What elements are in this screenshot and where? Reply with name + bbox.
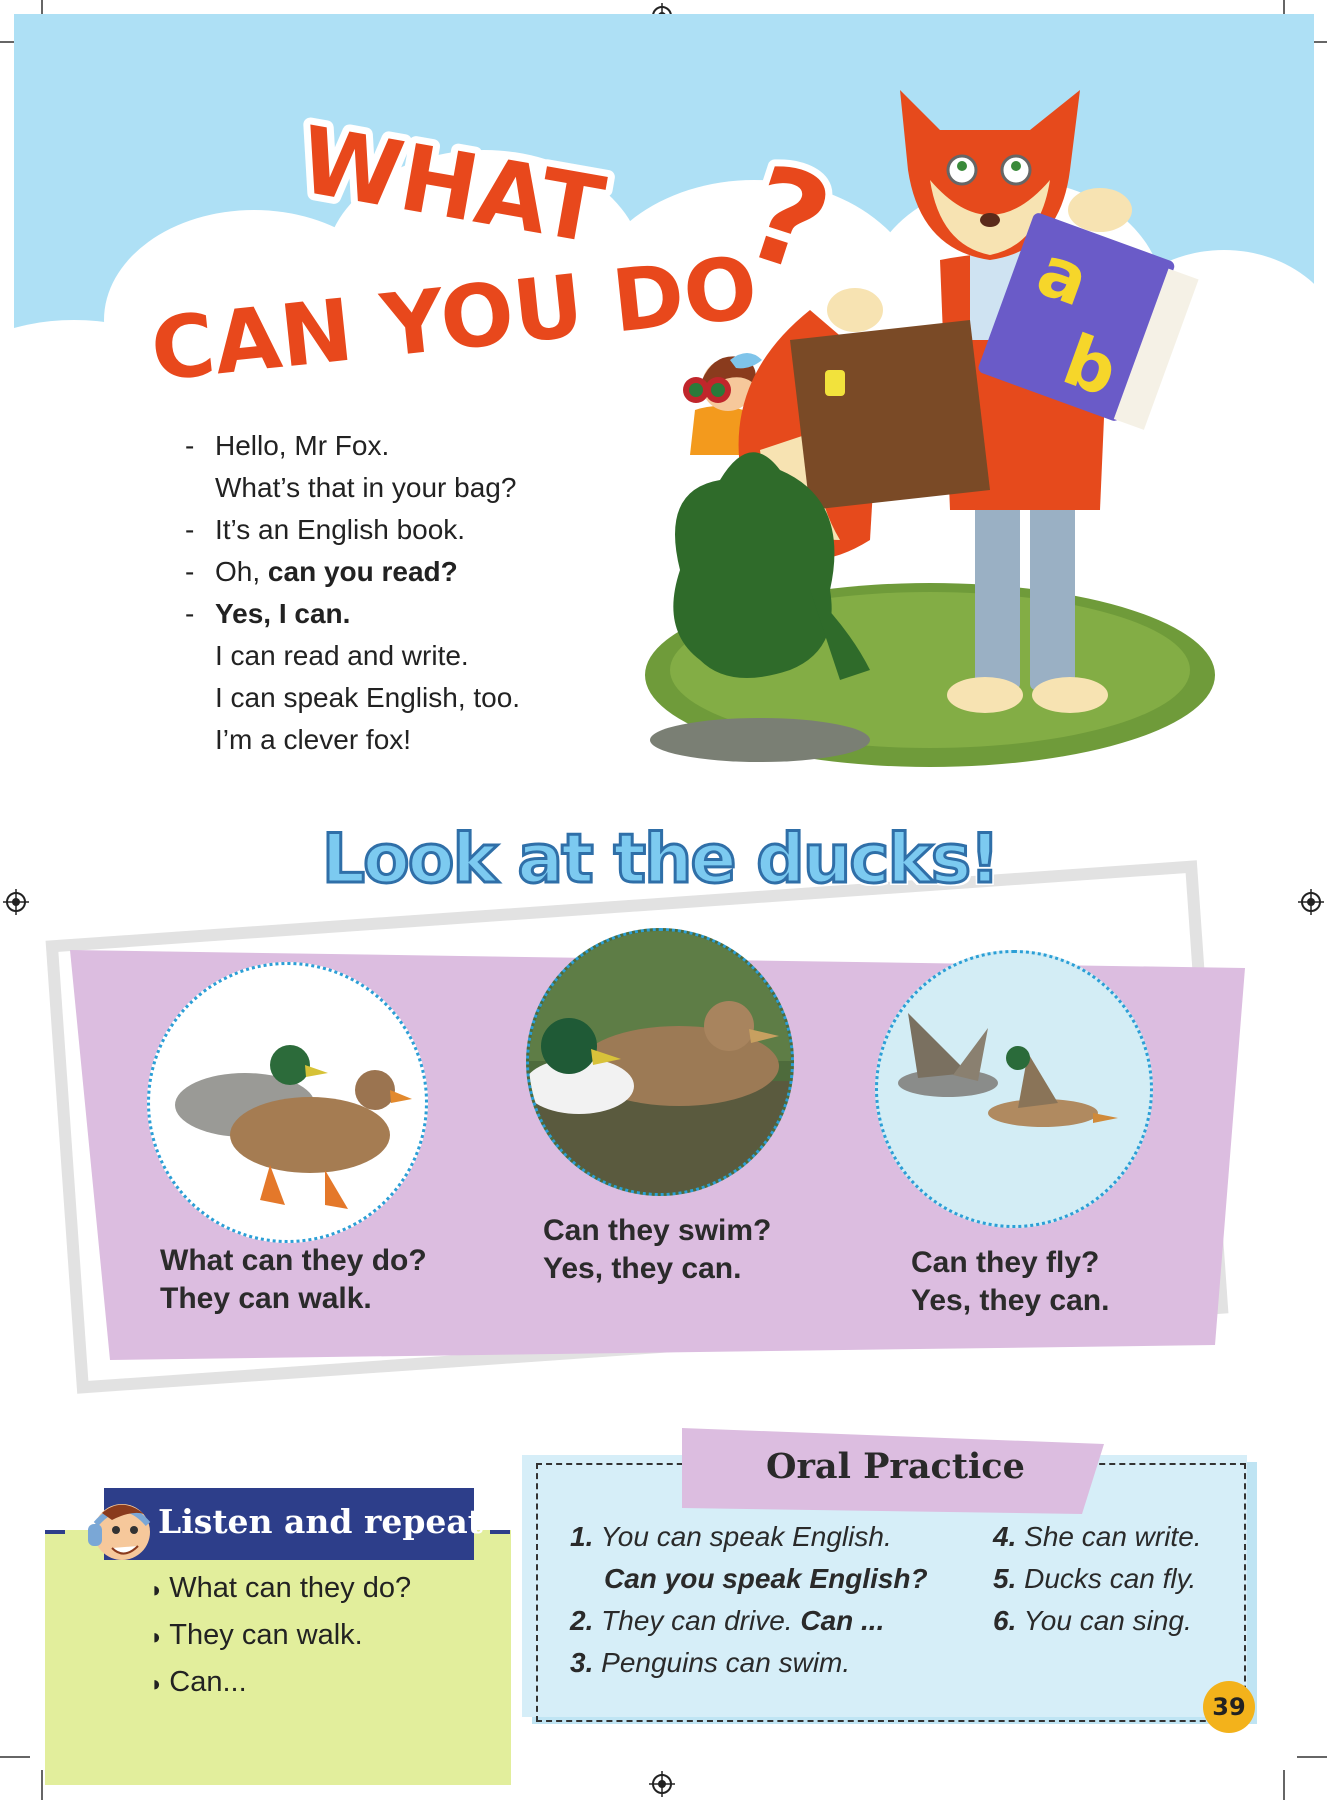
dialog-text: I can read and write.	[215, 640, 469, 671]
listen-item: ◗ What can they do?	[150, 1572, 411, 1605]
fox-and-frog-illustration: a b	[645, 90, 1215, 767]
ducks-heading: Look at the ducks!	[320, 819, 1002, 901]
oral-number: 4.	[993, 1521, 1017, 1552]
oral-number: 1.	[570, 1521, 594, 1552]
walk-question: What can they do?	[160, 1244, 427, 1277]
oral-text: You can sing.	[1023, 1605, 1192, 1636]
walking-ducks-drawing	[175, 1045, 412, 1209]
bullet-icon: ◗	[150, 1671, 164, 1696]
oral-item: 2. They can drive. Can ...	[570, 1600, 928, 1642]
dialog-line: I’m a clever fox!	[215, 719, 520, 761]
oral-bold-text: Can ...	[800, 1605, 885, 1636]
dialog-dash: -	[185, 430, 195, 461]
listen-item-text: Can...	[169, 1666, 247, 1698]
listen-item-text: They can walk.	[169, 1619, 363, 1651]
swimming-ducks-drawing	[529, 931, 791, 1193]
listen-item-text: What can they do?	[169, 1572, 412, 1604]
listen-divider-right	[490, 1530, 510, 1534]
oral-list-right: 4. She can write. 5. Ducks can fly. 6. Y…	[993, 1516, 1202, 1642]
dialog-bold: can you read?	[267, 556, 458, 587]
dialog-text: Hello, Mr Fox.	[215, 430, 390, 461]
dialog-text: I’m a clever fox!	[215, 724, 412, 755]
listen-item: ◗ They can walk.	[150, 1619, 411, 1652]
oral-text: They can drive.	[601, 1605, 801, 1636]
dialog-text: What’s that in your bag?	[215, 472, 517, 503]
oral-title: Oral Practice	[766, 1446, 1025, 1487]
oral-item: 6. You can sing.	[993, 1600, 1202, 1642]
registration-mark-bottom	[649, 1771, 675, 1797]
oral-number: 5.	[993, 1563, 1017, 1594]
dialog-line: What’s that in your bag?	[215, 467, 520, 509]
swimming-ducks-photo	[526, 928, 794, 1196]
oral-text: She can write.	[1024, 1521, 1202, 1552]
oral-text: You can speak English.	[600, 1521, 892, 1552]
oral-text: Ducks can fly.	[1024, 1563, 1197, 1594]
flying-ducks-drawing	[898, 1013, 1118, 1127]
walk-caption: What can they do? They can walk.	[160, 1242, 427, 1318]
oral-number: 2.	[570, 1605, 594, 1636]
dialog-line: - Hello, Mr Fox.	[185, 425, 520, 467]
fly-answer: Yes, they can.	[911, 1284, 1110, 1317]
dialog-line: I can read and write.	[215, 635, 520, 677]
listen-list: ◗ What can they do? ◗ They can walk. ◗ Can.…	[150, 1572, 411, 1699]
dialog-text: I can speak English, too.	[215, 682, 521, 713]
oral-number: 3.	[570, 1647, 594, 1678]
swim-question: Can they swim?	[543, 1214, 772, 1247]
listen-item: ◗ Can...	[150, 1666, 411, 1699]
dialog-text: It’s an English book.	[215, 514, 466, 545]
oral-sub-text: Can you speak English?	[604, 1563, 928, 1594]
dialog-bold: Yes, I can.	[215, 598, 351, 629]
oral-item-sub: Can you speak English?	[570, 1558, 928, 1600]
oral-item: 3. Penguins can swim.	[570, 1642, 928, 1684]
fly-question: Can they fly?	[911, 1246, 1100, 1279]
listen-title: Listen and repeat	[158, 1502, 484, 1541]
flying-ducks-photo	[875, 950, 1153, 1228]
oral-item: 5. Ducks can fly.	[993, 1558, 1202, 1600]
fly-caption: Can they fly? Yes, they can.	[911, 1244, 1109, 1320]
title-what: WHAT	[292, 106, 611, 264]
dialog-text: Oh,	[215, 556, 268, 587]
oral-text: Penguins can swim.	[601, 1647, 851, 1678]
registration-mark-left	[3, 889, 29, 915]
oral-item: 4. She can write.	[993, 1516, 1202, 1558]
dialog-dash: -	[185, 514, 195, 545]
dialog-line: - Yes, I can.	[185, 593, 520, 635]
oral-number: 6.	[993, 1605, 1017, 1636]
dialog-line: - It’s an English book.	[185, 509, 520, 551]
walk-answer: They can walk.	[160, 1282, 372, 1315]
page-number: 39	[1212, 1693, 1246, 1721]
dialog-dash: -	[185, 556, 195, 587]
oral-item: 1. You can speak English.	[570, 1516, 928, 1558]
headphones-boy-icon	[88, 1504, 151, 1560]
swim-answer: Yes, they can.	[543, 1252, 742, 1285]
dialog: - Hello, Mr Fox. What’s that in your bag?…	[185, 425, 520, 761]
walking-ducks-photo	[147, 962, 428, 1243]
bullet-icon: ◗	[150, 1624, 164, 1649]
dialog-dash: -	[185, 598, 195, 629]
registration-mark-right	[1298, 889, 1324, 915]
bullet-icon: ◗	[150, 1577, 164, 1602]
oral-list-left: 1. You can speak English. Can you speak …	[570, 1516, 928, 1684]
dialog-line: I can speak English, too.	[215, 677, 520, 719]
listen-divider-left	[45, 1530, 65, 1534]
swim-caption: Can they swim? Yes, they can.	[543, 1212, 771, 1288]
dialog-line: - Oh, can you read?	[185, 551, 520, 593]
